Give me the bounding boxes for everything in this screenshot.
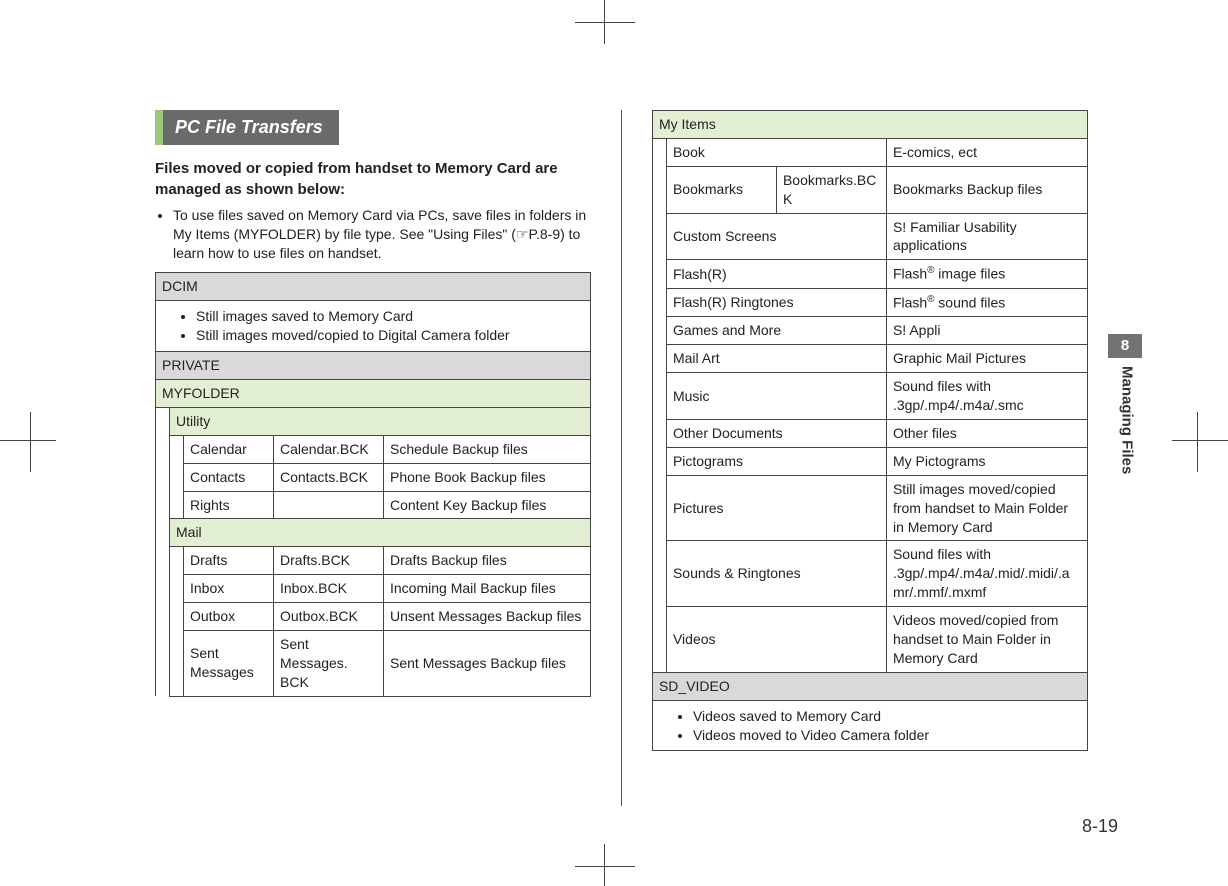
mail-file: Drafts.BCK [274,547,384,575]
mail-header: Mail [170,519,591,547]
crop-mark [1172,440,1228,441]
left-table: DCIM Still images saved to Memory Card S… [155,272,591,696]
page-number: 8-19 [1082,814,1118,838]
utility-desc: Schedule Backup files [384,435,591,463]
crop-mark [30,412,31,472]
intro-heading: Files moved or copied from handset to Me… [155,159,591,200]
intro-bullet-list: To use files saved on Memory Card via PC… [155,206,591,263]
item-desc: Sound files with .3gp/.mp4/.m4a/.mid/.mi… [886,541,1087,607]
item-desc: S! Familiar Usability applications [886,213,1087,260]
utility-name: Calendar [184,435,274,463]
section-title: PC File Transfers [155,110,591,145]
mail-desc: Unsent Messages Backup files [384,603,591,631]
mail-desc: Sent Messages Backup files [384,631,591,697]
item-desc: S! Appli [886,317,1087,345]
utility-name: Contacts [184,463,274,491]
item-name: Flash(R) Ringtones [666,288,886,317]
mail-file: Outbox.BCK [274,603,384,631]
item-name: Book [666,138,886,166]
mail-desc: Drafts Backup files [384,547,591,575]
item-desc: Sound files with .3gp/.mp4/.m4a/.smc [886,373,1087,420]
dcim-bullet: Still images moved/copied to Digital Cam… [196,326,584,345]
sdvideo-notes: Videos saved to Memory Card Videos moved… [652,700,1087,751]
utility-desc: Content Key Backup files [384,491,591,519]
crop-mark [604,844,605,886]
item-desc: Flash® sound files [886,288,1087,317]
item-desc: Still images moved/copied from handset t… [886,475,1087,541]
dcim-bullet: Still images saved to Memory Card [196,307,584,326]
crop-mark [575,866,635,867]
section-title-text: PC File Transfers [163,110,339,145]
item-desc: Flash® image files [886,260,1087,289]
item-name: Sounds & Ringtones [666,541,886,607]
crop-mark [0,440,56,441]
mail-name: Sent Messages [184,631,274,697]
crop-mark [575,22,635,23]
utility-file: Calendar.BCK [274,435,384,463]
sdvideo-header: SD_VIDEO [652,672,1087,700]
item-name: Custom Screens [666,213,886,260]
chapter-title: Managing Files [1108,358,1144,474]
right-column: My Items Book E-comics, ect Bookmarks Bo… [652,110,1088,806]
myitems-header: My Items [652,111,1087,139]
utility-file [274,491,384,519]
right-table: My Items Book E-comics, ect Bookmarks Bo… [652,110,1088,751]
item-name: Bookmarks [666,166,776,213]
intro-bullet: To use files saved on Memory Card via PC… [173,206,591,263]
utility-name: Rights [184,491,274,519]
private-header: PRIVATE [156,352,591,380]
dcim-header: DCIM [156,273,591,301]
item-name: Pictograms [666,447,886,475]
sdvideo-bullet: Videos saved to Memory Card [693,707,1081,726]
item-name: Pictures [666,475,886,541]
mail-name: Inbox [184,575,274,603]
crop-mark [604,0,605,44]
mail-desc: Incoming Mail Backup files [384,575,591,603]
column-divider [621,110,622,806]
mail-name: Drafts [184,547,274,575]
item-desc: Graphic Mail Pictures [886,345,1087,373]
crop-mark [1197,412,1198,472]
mail-file: Inbox.BCK [274,575,384,603]
myfolder-header: MYFOLDER [156,380,591,408]
sdvideo-bullet: Videos moved to Video Camera folder [693,726,1081,745]
section-accent-bar [155,110,163,145]
utility-file: Contacts.BCK [274,463,384,491]
chapter-number: 8 [1108,334,1142,358]
chapter-tab: 8 Managing Files [1108,334,1142,475]
mail-name: Outbox [184,603,274,631]
mail-file: Sent Messages. BCK [274,631,384,697]
item-name: Mail Art [666,345,886,373]
item-desc: My Pictograms [886,447,1087,475]
item-desc: Bookmarks Backup files [886,166,1087,213]
item-name: Other Documents [666,420,886,448]
utility-header: Utility [170,407,591,435]
item-name: Music [666,373,886,420]
item-desc: Videos moved/copied from handset to Main… [886,607,1087,673]
item-name: Flash(R) [666,260,886,289]
page-body: PC File Transfers Files moved or copied … [155,110,1088,806]
utility-desc: Phone Book Backup files [384,463,591,491]
dcim-notes: Still images saved to Memory Card Still … [156,301,591,352]
item-file: Bookmarks.BCK [776,166,886,213]
item-desc: E-comics, ect [886,138,1087,166]
left-column: PC File Transfers Files moved or copied … [155,110,591,806]
item-name: Games and More [666,317,886,345]
item-desc: Other files [886,420,1087,448]
item-name: Videos [666,607,886,673]
